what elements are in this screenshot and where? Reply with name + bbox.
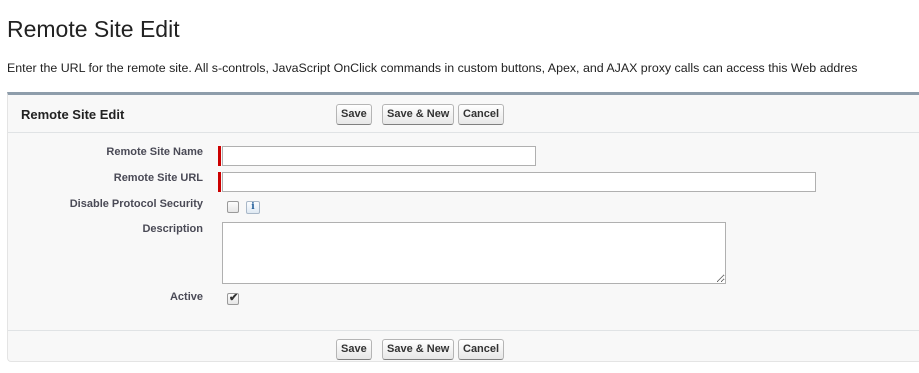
block-header: Remote Site Edit Save Save & New Cancel: [8, 95, 919, 133]
save-and-new-button-top[interactable]: Save & New: [382, 104, 455, 125]
description-label: Description: [142, 223, 203, 235]
required-marker: [218, 172, 221, 192]
page-description: Enter the URL for the remote site. All s…: [7, 61, 858, 75]
block-footer-divider: [8, 330, 919, 331]
description-textarea[interactable]: [222, 222, 726, 284]
cancel-button-top[interactable]: Cancel: [458, 104, 505, 125]
page-title: Remote Site Edit: [7, 16, 180, 42]
info-icon[interactable]: i: [246, 201, 260, 214]
active-checkbox[interactable]: ✔: [227, 292, 239, 305]
save-button-bottom[interactable]: Save: [336, 339, 372, 360]
edit-block: Remote Site Edit Save Save & New Cancel …: [7, 92, 919, 362]
disable-protocol-security-label: Disable Protocol Security: [69, 198, 203, 210]
remote-site-url-label: Remote Site URL: [113, 172, 203, 184]
checkmark-icon: ✔: [229, 292, 239, 304]
remote-site-url-input[interactable]: [222, 172, 816, 192]
remote-site-name-input[interactable]: [222, 146, 536, 166]
disable-protocol-security-checkbox[interactable]: [227, 201, 239, 213]
block-title: Remote Site Edit: [21, 107, 125, 122]
save-button-top[interactable]: Save: [336, 104, 372, 125]
remote-site-name-label: Remote Site Name: [106, 146, 203, 158]
required-marker: [218, 146, 221, 166]
save-and-new-button-bottom[interactable]: Save & New: [382, 339, 455, 360]
cancel-button-bottom[interactable]: Cancel: [458, 339, 505, 360]
active-label: Active: [169, 291, 203, 303]
